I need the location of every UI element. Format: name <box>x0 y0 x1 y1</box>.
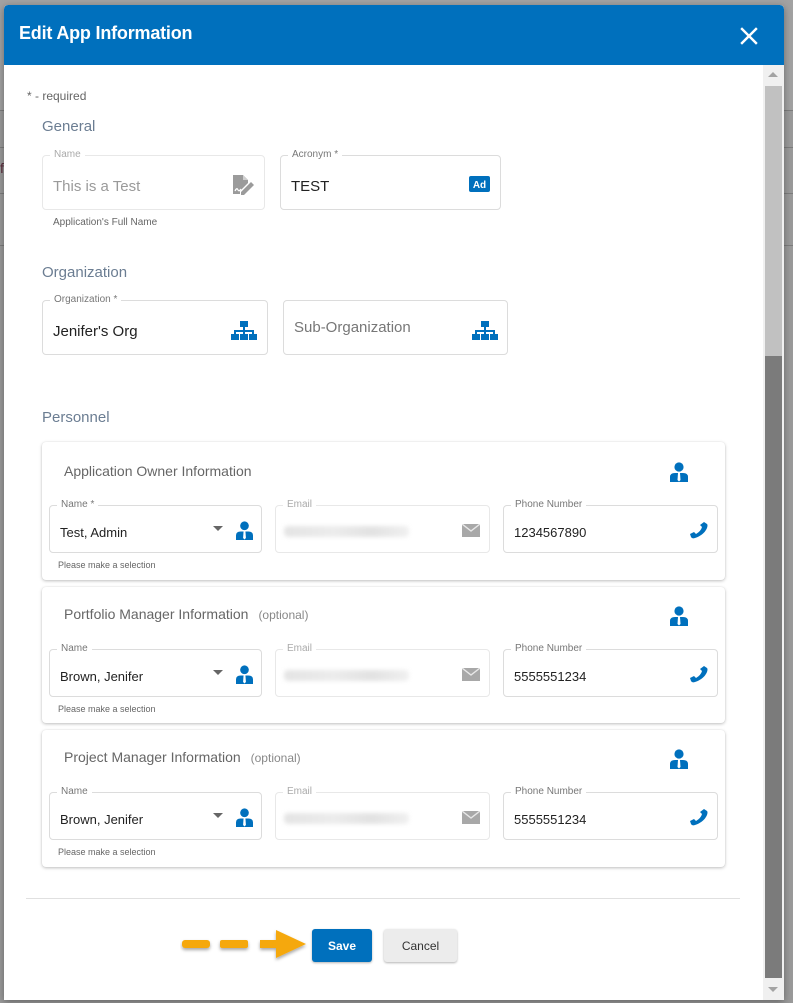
user-tie-icon[interactable] <box>236 665 253 684</box>
card-title: Application Owner Information <box>64 463 252 479</box>
section-title-personnel: Personnel <box>42 409 110 426</box>
owner-name-label: Name * <box>57 499 99 511</box>
user-tie-icon[interactable] <box>236 521 253 540</box>
portfolio-manager-phone-value: 5555551234 <box>514 669 587 684</box>
envelope-icon <box>462 524 480 537</box>
sitemap-icon <box>231 321 257 340</box>
app-name-label: Name <box>50 149 85 161</box>
sitemap-icon <box>472 321 498 340</box>
project-manager-name-hint: Please make a selection <box>58 847 156 857</box>
owner-email-label: Email <box>283 499 317 511</box>
portfolio-manager-email-label: Email <box>283 643 317 655</box>
edit-app-dialog: Edit App Information * - required Genera… <box>4 5 784 1000</box>
owner-name-hint: Please make a selection <box>58 560 156 570</box>
close-icon <box>740 27 758 45</box>
cancel-button[interactable]: Cancel <box>384 929 457 962</box>
phone-icon <box>690 809 708 826</box>
personnel-card-application-owner: Application Owner Information Name * Tes… <box>42 442 725 580</box>
phone-icon <box>690 666 708 683</box>
portfolio-manager-name-label: Name <box>57 643 92 655</box>
signature-icon <box>233 175 254 195</box>
portfolio-manager-name-value: Brown, Jenifer <box>60 669 144 684</box>
organization-field[interactable]: Organization * Jenifer's Org <box>42 294 268 355</box>
portfolio-manager-email-field[interactable]: Email <box>275 643 490 697</box>
scrollbar-track[interactable] <box>765 86 782 356</box>
ad-badge-icon: Ad <box>469 176 490 192</box>
project-manager-phone-field[interactable]: Phone Number 5555551234 <box>503 786 718 840</box>
acronym-value: TEST <box>291 178 330 195</box>
annotation-arrow-icon <box>182 930 306 958</box>
dropdown-arrow-icon[interactable] <box>213 813 223 819</box>
scroll-down-arrow-icon[interactable] <box>763 980 784 1000</box>
project-manager-name-label: Name <box>57 786 92 798</box>
section-title-general: General <box>42 118 96 135</box>
project-manager-email-field[interactable]: Email <box>275 786 490 840</box>
dropdown-arrow-icon[interactable] <box>213 526 223 532</box>
portfolio-manager-phone-label: Phone Number <box>511 643 587 655</box>
acronym-label: Acronym * <box>288 149 343 161</box>
organization-label: Organization * <box>50 294 122 306</box>
organization-value: Jenifer's Org <box>53 323 138 340</box>
section-title-organization: Organization <box>42 264 128 281</box>
envelope-icon <box>462 668 480 681</box>
save-button[interactable]: Save <box>312 929 372 962</box>
app-name-hint: Application's Full Name <box>53 217 158 228</box>
project-manager-phone-value: 5555551234 <box>514 812 587 827</box>
portfolio-manager-name-select[interactable]: Name Brown, Jenifer <box>49 643 262 697</box>
svg-text:Ad: Ad <box>473 180 486 191</box>
scroll-up-arrow-icon[interactable] <box>763 65 784 85</box>
vertical-scrollbar[interactable] <box>763 65 784 1000</box>
personnel-card-project-manager: Project Manager Information (optional) Na… <box>42 730 725 867</box>
owner-email-value-redacted <box>284 526 409 537</box>
project-manager-name-select[interactable]: Name Brown, Jenifer <box>49 786 262 840</box>
user-tie-icon[interactable] <box>236 808 253 827</box>
personnel-card-portfolio-manager: Portfolio Manager Information (optional) … <box>42 587 725 723</box>
user-tie-icon <box>670 606 688 626</box>
owner-name-select[interactable]: Name * Test, Admin <box>49 499 262 553</box>
owner-phone-value: 1234567890 <box>514 525 587 540</box>
portfolio-manager-email-value-redacted <box>284 670 409 681</box>
user-tie-icon <box>670 462 688 482</box>
required-note: * - required <box>27 89 87 103</box>
project-manager-phone-label: Phone Number <box>511 786 587 798</box>
dialog-header: Edit App Information <box>4 5 784 65</box>
owner-email-field[interactable]: Email <box>275 499 490 553</box>
card-title: Portfolio Manager Information (optional) <box>64 606 309 622</box>
sub-organization-field[interactable]: Sub-Organization <box>283 300 508 355</box>
user-tie-icon <box>670 749 688 769</box>
project-manager-email-value-redacted <box>284 813 409 824</box>
project-manager-email-label: Email <box>283 786 317 798</box>
sub-organization-placeholder: Sub-Organization <box>294 319 411 336</box>
card-title: Project Manager Information (optional) <box>64 749 301 765</box>
app-name-value: This is a Test <box>53 178 141 195</box>
acronym-field[interactable]: Acronym * TEST Ad <box>280 149 501 210</box>
dropdown-arrow-icon[interactable] <box>213 670 223 676</box>
scrollbar-thumb[interactable] <box>765 356 782 978</box>
envelope-icon <box>462 811 480 824</box>
owner-phone-label: Phone Number <box>511 499 587 511</box>
app-name-field[interactable]: Name This is a Test <box>42 149 265 210</box>
owner-name-value: Test, Admin <box>60 525 128 540</box>
project-manager-name-value: Brown, Jenifer <box>60 812 144 827</box>
dialog-title: Edit App Information <box>19 23 193 43</box>
owner-phone-field[interactable]: Phone Number 1234567890 <box>503 499 718 553</box>
portfolio-manager-name-hint: Please make a selection <box>58 704 156 714</box>
phone-icon <box>690 522 708 539</box>
close-button[interactable] <box>738 25 760 47</box>
footer-divider <box>26 898 740 899</box>
portfolio-manager-phone-field[interactable]: Phone Number 5555551234 <box>503 643 718 697</box>
